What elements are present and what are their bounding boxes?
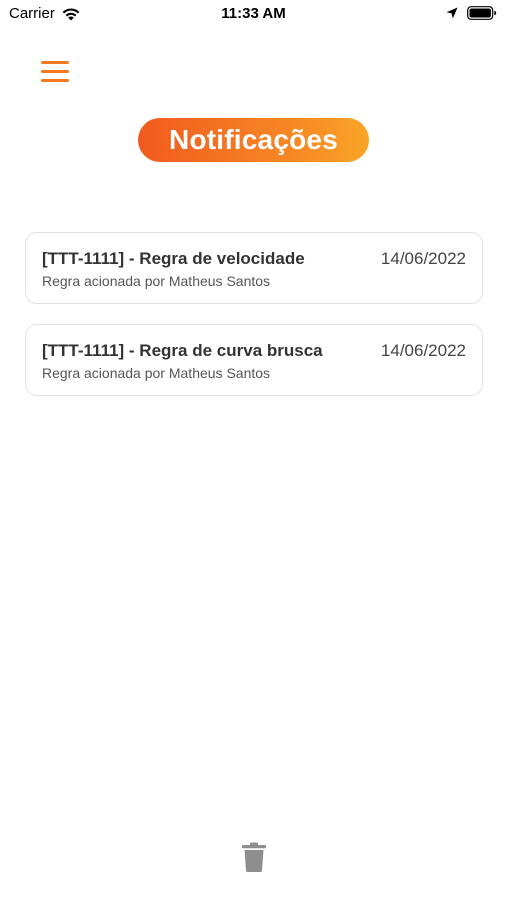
- menu-line-bottom: [41, 79, 69, 82]
- notification-list: [TTT-1111] - Regra de velocidade 14/06/2…: [25, 232, 483, 416]
- notification-item[interactable]: [TTT-1111] - Regra de velocidade 14/06/2…: [25, 232, 483, 304]
- notification-title: [TTT-1111] - Regra de curva brusca: [42, 341, 323, 360]
- location-arrow-icon: [446, 7, 458, 19]
- status-right-group: [446, 6, 497, 20]
- notification-date: 14/06/2022: [380, 249, 466, 268]
- menu-line-middle: [41, 70, 69, 73]
- battery-icon: [467, 6, 497, 20]
- notification-date: 14/06/2022: [380, 341, 466, 360]
- notification-subtitle: Regra acionada por Matheus Santos: [42, 273, 271, 289]
- notifications-screen: Carrier 11:33 AM Notificações [TTT-1111]…: [0, 0, 507, 900]
- status-time: 11:33 AM: [221, 5, 286, 22]
- trash-icon[interactable]: [240, 841, 268, 873]
- menu-line-top: [41, 61, 69, 64]
- notification-subtitle: Regra acionada por Matheus Santos: [42, 365, 271, 381]
- status-bar: Carrier 11:33 AM: [0, 0, 507, 30]
- page-title-pill: Notificações: [138, 118, 369, 162]
- notification-title: [TTT-1111] - Regra de velocidade: [42, 249, 305, 268]
- page-title: Notificações: [169, 124, 338, 155]
- hamburger-menu-icon[interactable]: [38, 58, 72, 86]
- notification-item[interactable]: [TTT-1111] - Regra de curva brusca 14/06…: [25, 324, 483, 396]
